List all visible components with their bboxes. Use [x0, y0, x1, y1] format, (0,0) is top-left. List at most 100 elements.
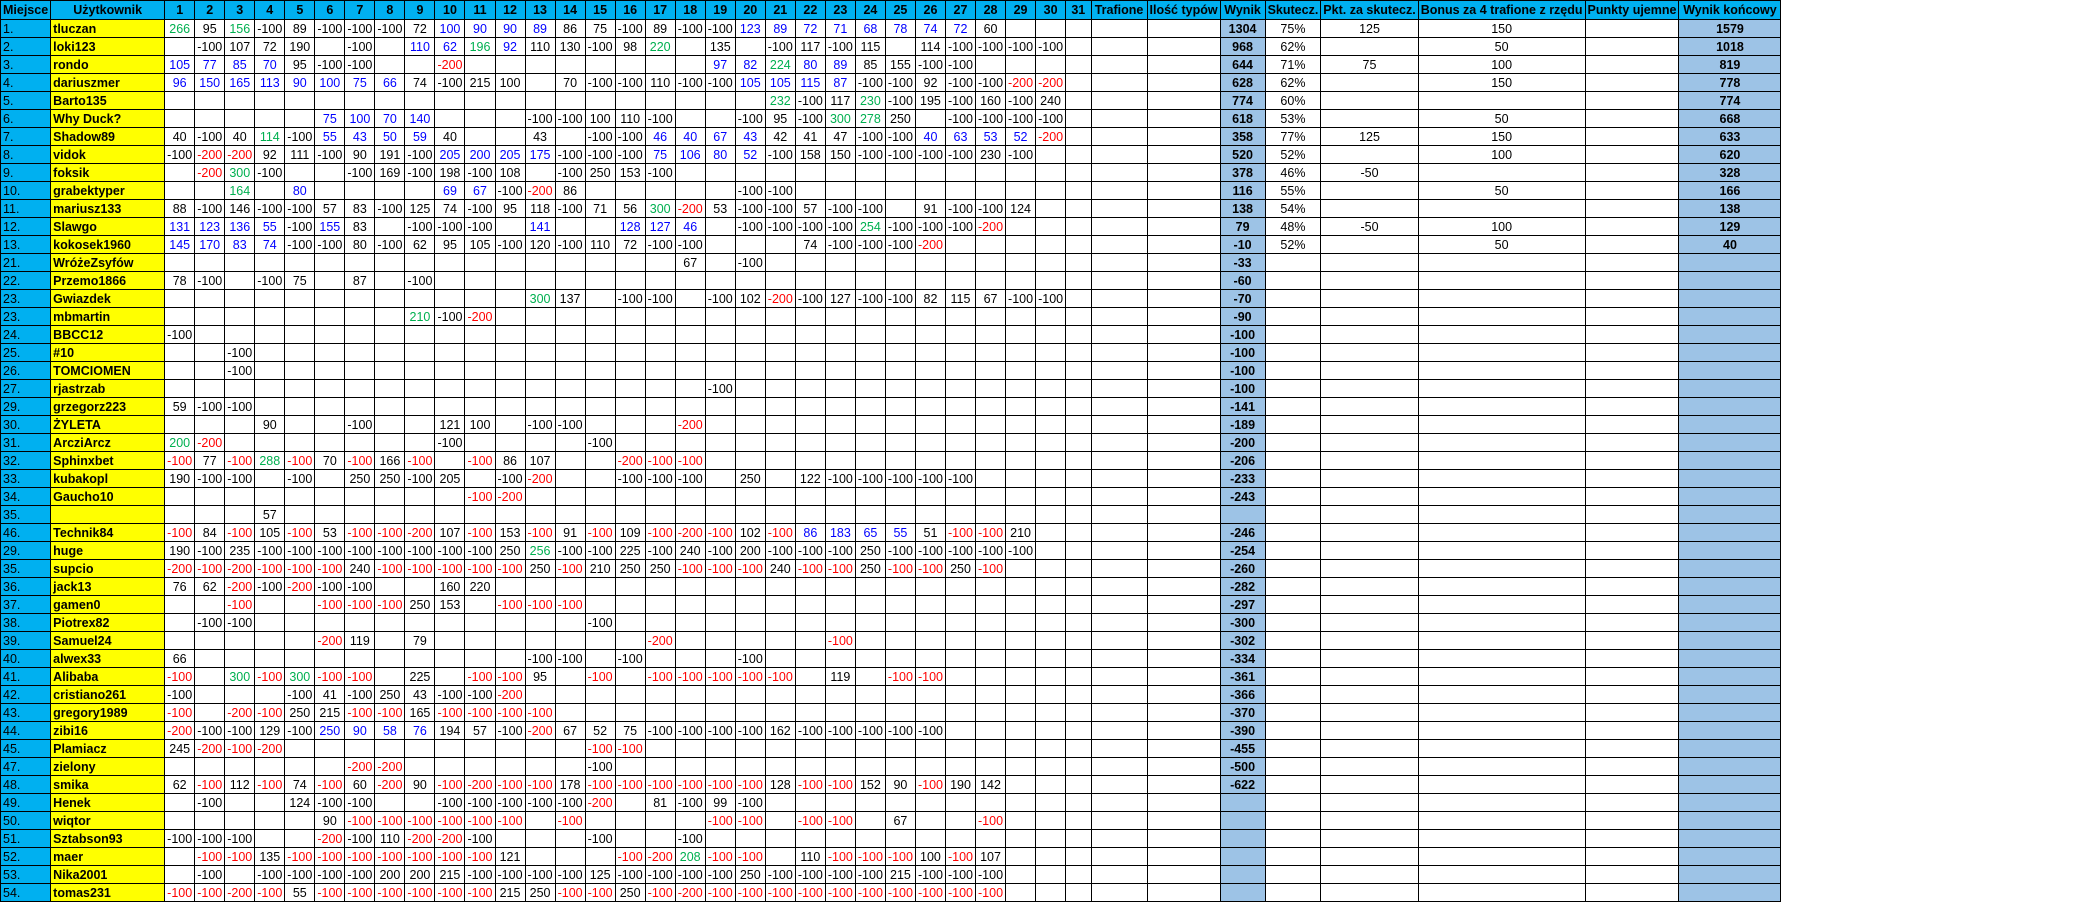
cell-round[interactable]: -100 — [614, 19, 646, 38]
cell-round[interactable] — [524, 397, 556, 416]
cell-round[interactable] — [1005, 415, 1037, 434]
cell-round[interactable] — [975, 307, 1007, 326]
cell-hits[interactable] — [1090, 433, 1148, 452]
cell-round[interactable] — [584, 847, 616, 866]
cell-hits[interactable] — [1090, 847, 1148, 866]
cell-minus-points[interactable] — [1584, 145, 1680, 164]
cell-place[interactable]: 37. — [0, 595, 52, 614]
cell-round[interactable]: -100 — [404, 145, 436, 164]
cell-round[interactable]: 250 — [884, 109, 916, 128]
cell-round[interactable]: 63 — [944, 127, 977, 146]
cell-round[interactable]: 41 — [314, 685, 346, 704]
cell-round[interactable] — [944, 397, 977, 416]
cell-round[interactable]: -100 — [464, 685, 496, 704]
cell-round[interactable]: -100 — [374, 541, 406, 560]
cell-bonus[interactable]: 50 — [1417, 235, 1586, 254]
cell-round[interactable]: 122 — [794, 469, 826, 488]
cell-round[interactable]: 110 — [584, 235, 616, 254]
cell-round[interactable]: -100 — [404, 217, 436, 236]
cell-round[interactable] — [344, 397, 376, 416]
cell-round[interactable] — [884, 163, 916, 182]
cell-round[interactable]: -100 — [1035, 289, 1067, 308]
cell-points-effectiveness[interactable] — [1320, 181, 1419, 200]
cell-round[interactable]: 114 — [914, 37, 946, 56]
cell-round[interactable]: 109 — [614, 523, 646, 542]
cell-round[interactable] — [1065, 163, 1092, 182]
cell-round[interactable]: 110 — [404, 37, 436, 56]
cell-round[interactable] — [914, 253, 946, 272]
cell-round[interactable] — [314, 289, 346, 308]
cell-round[interactable]: -100 — [614, 73, 646, 92]
cell-place[interactable]: 39. — [0, 631, 52, 650]
cell-round[interactable]: -100 — [884, 559, 916, 578]
cell-round[interactable]: -100 — [194, 271, 226, 290]
cell-round[interactable]: -100 — [644, 865, 676, 884]
cell-round[interactable] — [194, 307, 226, 326]
cell-round[interactable]: -100 — [914, 559, 946, 578]
cell-round[interactable] — [674, 649, 706, 668]
cell-round[interactable] — [824, 163, 856, 182]
cell-round[interactable] — [1065, 559, 1092, 578]
cell-round[interactable] — [494, 505, 526, 524]
cell-round[interactable] — [224, 325, 256, 344]
cell-round[interactable] — [824, 325, 856, 344]
cell-round[interactable] — [434, 487, 466, 506]
cell-bonus[interactable]: 50 — [1417, 37, 1586, 56]
cell-round[interactable]: 127 — [644, 217, 676, 236]
cell-round[interactable] — [554, 217, 586, 236]
cell-round[interactable] — [524, 811, 556, 830]
cell-round[interactable]: 86 — [794, 523, 826, 542]
cell-score[interactable]: -189 — [1219, 415, 1266, 434]
header-round[interactable]: 5 — [284, 0, 316, 20]
cell-round[interactable]: 81 — [644, 793, 676, 812]
cell-user[interactable]: smika — [50, 775, 166, 794]
cell-round[interactable]: -100 — [554, 235, 586, 254]
cell-round[interactable] — [314, 505, 346, 524]
cell-round[interactable]: -200 — [164, 559, 196, 578]
cell-round[interactable] — [404, 793, 436, 812]
cell-bonus[interactable] — [1417, 811, 1586, 830]
cell-types[interactable] — [1146, 163, 1221, 182]
cell-hits[interactable] — [1090, 361, 1148, 380]
cell-round[interactable] — [884, 595, 916, 614]
cell-round[interactable]: 115 — [794, 73, 826, 92]
cell-round[interactable] — [674, 37, 706, 56]
header-round[interactable]: 2 — [194, 0, 226, 20]
cell-round[interactable] — [914, 181, 946, 200]
cell-effectiveness[interactable]: 46% — [1264, 163, 1322, 182]
cell-effectiveness[interactable] — [1264, 631, 1322, 650]
cell-round[interactable] — [824, 271, 856, 290]
cell-round[interactable] — [314, 181, 346, 200]
cell-round[interactable]: -200 — [434, 829, 466, 848]
cell-round[interactable] — [944, 433, 977, 452]
cell-round[interactable] — [1005, 847, 1037, 866]
cell-round[interactable] — [975, 343, 1007, 362]
cell-round[interactable] — [1005, 505, 1037, 524]
cell-round[interactable]: 127 — [824, 289, 856, 308]
cell-round[interactable]: 75 — [314, 109, 346, 128]
cell-round[interactable] — [254, 631, 286, 650]
cell-round[interactable] — [434, 289, 466, 308]
cell-round[interactable] — [764, 631, 796, 650]
cell-types[interactable] — [1146, 37, 1221, 56]
cell-round[interactable] — [914, 271, 946, 290]
cell-round[interactable] — [794, 253, 826, 272]
cell-round[interactable]: 278 — [854, 109, 886, 128]
cell-round[interactable]: -100 — [944, 217, 977, 236]
cell-round[interactable] — [944, 595, 977, 614]
cell-round[interactable] — [584, 415, 616, 434]
cell-round[interactable] — [944, 685, 977, 704]
cell-round[interactable] — [284, 631, 316, 650]
cell-round[interactable] — [194, 757, 226, 776]
cell-round[interactable] — [1065, 271, 1092, 290]
cell-round[interactable]: 107 — [224, 37, 256, 56]
cell-round[interactable] — [524, 847, 556, 866]
cell-round[interactable] — [884, 199, 916, 218]
cell-round[interactable]: -100 — [464, 865, 496, 884]
cell-round[interactable]: 300 — [224, 163, 256, 182]
cell-round[interactable] — [494, 757, 526, 776]
cell-types[interactable] — [1146, 523, 1221, 542]
cell-round[interactable] — [374, 55, 406, 74]
cell-round[interactable]: 72 — [404, 19, 436, 38]
cell-round[interactable] — [794, 649, 826, 668]
